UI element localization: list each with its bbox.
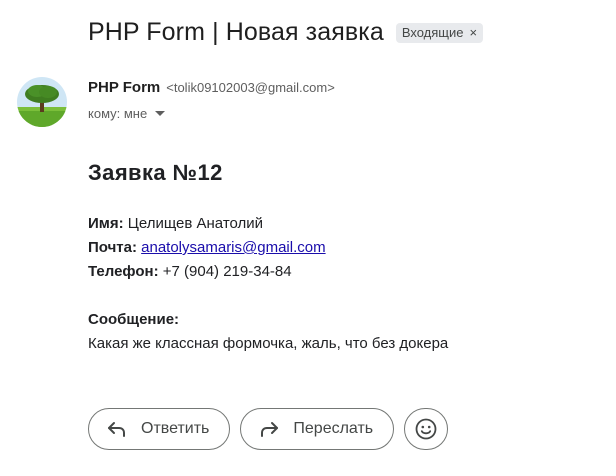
- message-text: Какая же классная формочка, жаль, что бе…: [88, 335, 449, 352]
- sender-avatar[interactable]: [17, 77, 67, 127]
- message-heading: Заявка №12: [88, 160, 223, 185]
- action-buttons: Ответить Переслать: [88, 408, 449, 450]
- smiley-icon: [415, 418, 437, 440]
- phone-label: Телефон:: [88, 263, 159, 280]
- name-label: Имя:: [88, 215, 124, 232]
- field-phone: Телефон: +7 (904) 219-34-84: [88, 260, 588, 284]
- sender-email: <tolik09102003@gmail.com>: [166, 80, 335, 95]
- inbox-label-text: Входящие: [401, 24, 464, 40]
- sender-row: PHP Form <tolik09102003@gmail.com>: [88, 79, 335, 96]
- subject-row: PHP Form | Новая заявка Входящие ×: [88, 18, 484, 47]
- tree-avatar-icon: [17, 77, 67, 127]
- phone-value: +7 (904) 219-34-84: [162, 263, 292, 280]
- field-email: Почта: anatolysamaris@gmail.com: [88, 236, 588, 260]
- message-label: Сообщение:: [88, 311, 180, 328]
- message-body: Заявка №12 Имя: Целищев Анатолий Почта: …: [88, 160, 588, 356]
- forward-button[interactable]: Переслать: [240, 408, 395, 450]
- emoji-reaction-button[interactable]: [404, 408, 449, 450]
- remove-label-icon[interactable]: ×: [469, 25, 477, 40]
- recipient-text: кому: мне: [88, 106, 148, 121]
- email-label: Почта:: [88, 239, 137, 256]
- recipient-details-toggle[interactable]: кому: мне: [88, 106, 166, 121]
- email-link[interactable]: anatolysamaris@gmail.com: [141, 239, 325, 256]
- reply-label: Ответить: [141, 420, 210, 437]
- reply-arrow-icon: [108, 422, 125, 437]
- forward-label: Переслать: [293, 420, 374, 437]
- field-name: Имя: Целищев Анатолий: [88, 212, 588, 236]
- sender-name: PHP Form: [88, 79, 161, 96]
- name-value: Целищев Анатолий: [127, 215, 264, 232]
- chevron-down-icon[interactable]: [155, 111, 166, 116]
- inbox-label-chip[interactable]: Входящие ×: [395, 22, 484, 43]
- email-subject: PHP Form | Новая заявка: [88, 18, 384, 46]
- message-block: Сообщение: Какая же классная формочка, ж…: [88, 308, 588, 356]
- reply-button[interactable]: Ответить: [88, 408, 231, 450]
- forward-arrow-icon: [261, 422, 279, 437]
